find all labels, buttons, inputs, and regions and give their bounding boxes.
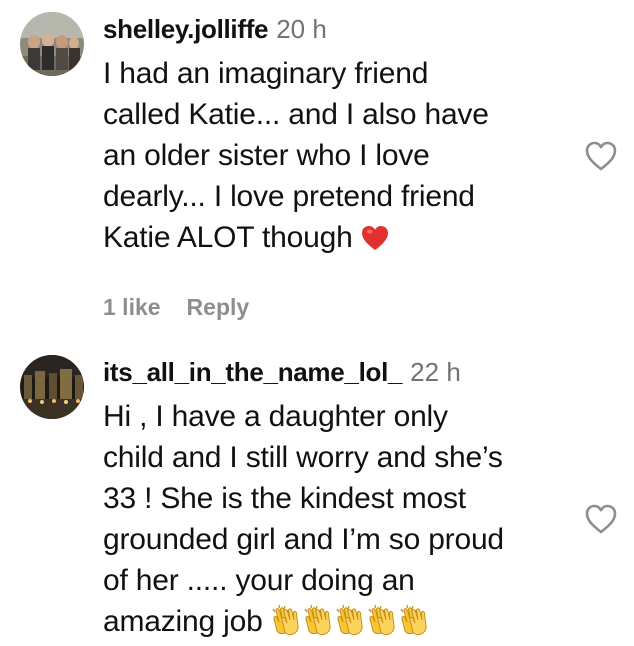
comment-header: shelley.jolliffe 20 h <box>103 14 573 48</box>
comment-line: an older sister who I love <box>103 139 430 172</box>
timestamp: 20 h <box>276 14 327 44</box>
red-heart-emoji-icon <box>361 221 389 262</box>
comment-line: grounded girl and I’m so proud <box>103 523 504 556</box>
username[interactable]: its_all_in_the_name_lol_ <box>103 357 402 388</box>
group-photo-avatar-image <box>20 12 84 76</box>
clapping-hands-emoji-icon <box>271 604 431 646</box>
comment-line: 33 ! She is the kindest most <box>103 482 466 515</box>
reply-button[interactable]: Reply <box>187 294 250 321</box>
timestamp: 22 h <box>410 357 461 387</box>
comment-line: amazing job <box>103 605 263 638</box>
comment-line: of her ..... your doing an <box>103 564 415 597</box>
night-city-avatar-image <box>20 355 84 419</box>
like-count[interactable]: 1 like <box>103 294 161 321</box>
avatar[interactable] <box>20 355 84 419</box>
comment-line: I had an imaginary friend <box>103 57 429 90</box>
comment-line: dearly... I love pretend friend <box>103 180 475 213</box>
comment-header: its_all_in_the_name_lol_ 22 h <box>103 357 573 391</box>
comment-content: its_all_in_the_name_lol_ 22 h Hi , I hav… <box>103 357 573 646</box>
comment-line: Hi , I have a daughter only <box>103 400 448 433</box>
comment-line: Katie ALOT though <box>103 221 353 254</box>
comment-content: shelley.jolliffe 20 h I had an imaginary… <box>103 14 573 321</box>
avatar[interactable] <box>20 12 84 76</box>
comment-line: child and I still worry and she’s <box>103 441 503 474</box>
comment-line: called Katie... and I also have <box>103 98 489 131</box>
comment-actions: 1 like Reply <box>103 294 573 321</box>
like-heart-icon[interactable] <box>584 140 618 172</box>
username[interactable]: shelley.jolliffe <box>103 14 269 45</box>
like-heart-icon[interactable] <box>584 503 618 535</box>
comment-text: Hi , I have a daughter only child and I … <box>103 396 573 646</box>
comment-text: I had an imaginary friend called Katie..… <box>103 53 573 262</box>
